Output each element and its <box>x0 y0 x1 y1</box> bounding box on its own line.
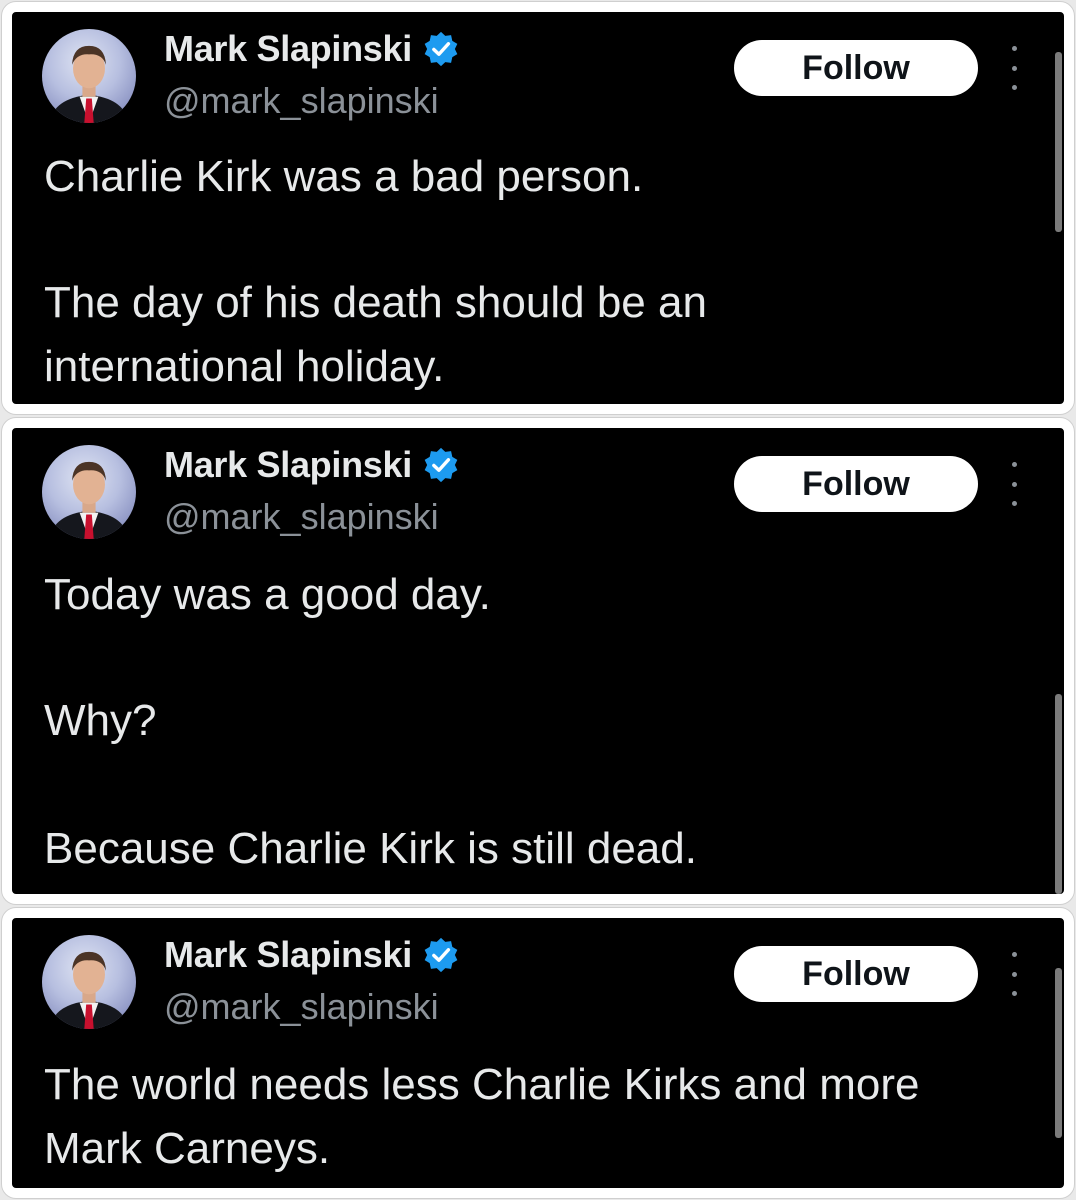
author-name[interactable]: Mark Slapinski <box>164 444 412 486</box>
follow-button[interactable]: Follow <box>734 456 978 512</box>
author-name[interactable]: Mark Slapinski <box>164 28 412 70</box>
author-handle[interactable]: @mark_slapinski <box>164 80 439 122</box>
more-options-icon[interactable] <box>1006 952 1022 996</box>
tweet-text-line: Why? <box>44 696 157 745</box>
tweet-text-line: Mark Carneys. <box>44 1124 331 1173</box>
follow-button[interactable]: Follow <box>734 946 978 1002</box>
author-handle[interactable]: @mark_slapinski <box>164 986 439 1028</box>
tweet-text-line: Today was a good day. <box>44 570 491 619</box>
tweet-text-line: The day of his death should be an <box>44 278 707 327</box>
avatar[interactable] <box>42 29 136 123</box>
follow-button[interactable]: Follow <box>734 40 978 96</box>
more-options-icon[interactable] <box>1006 46 1022 90</box>
more-options-icon[interactable] <box>1006 462 1022 506</box>
scrollbar[interactable] <box>1055 968 1062 1138</box>
tweet-text-line: The world needs less Charlie Kirks and m… <box>44 1060 920 1109</box>
author-row: Mark Slapinski <box>164 444 460 486</box>
author-name[interactable]: Mark Slapinski <box>164 934 412 976</box>
author-handle[interactable]: @mark_slapinski <box>164 496 439 538</box>
tweet-card-3: Mark Slapinski @mark_slapinski Follow Th… <box>2 908 1074 1198</box>
author-row: Mark Slapinski <box>164 934 460 976</box>
profile-photo-icon <box>49 45 129 123</box>
scrollbar[interactable] <box>1055 694 1062 894</box>
verified-badge-icon <box>422 446 460 484</box>
verified-badge-icon <box>422 936 460 974</box>
tweet-card-2: Mark Slapinski @mark_slapinski Follow To… <box>2 418 1074 904</box>
avatar[interactable] <box>42 445 136 539</box>
author-row: Mark Slapinski <box>164 28 460 70</box>
tweet-text-line: Because Charlie Kirk is still dead. <box>44 824 697 873</box>
avatar[interactable] <box>42 935 136 1029</box>
profile-photo-icon <box>49 461 129 539</box>
tweet-text-line: Charlie Kirk was a bad person. <box>44 152 644 201</box>
verified-badge-icon <box>422 30 460 68</box>
tweet-text-line: international holiday. <box>44 342 445 391</box>
tweet-card-1: Mark Slapinski @mark_slapinski Follow Ch… <box>2 2 1074 414</box>
scrollbar[interactable] <box>1055 52 1062 232</box>
profile-photo-icon <box>49 951 129 1029</box>
